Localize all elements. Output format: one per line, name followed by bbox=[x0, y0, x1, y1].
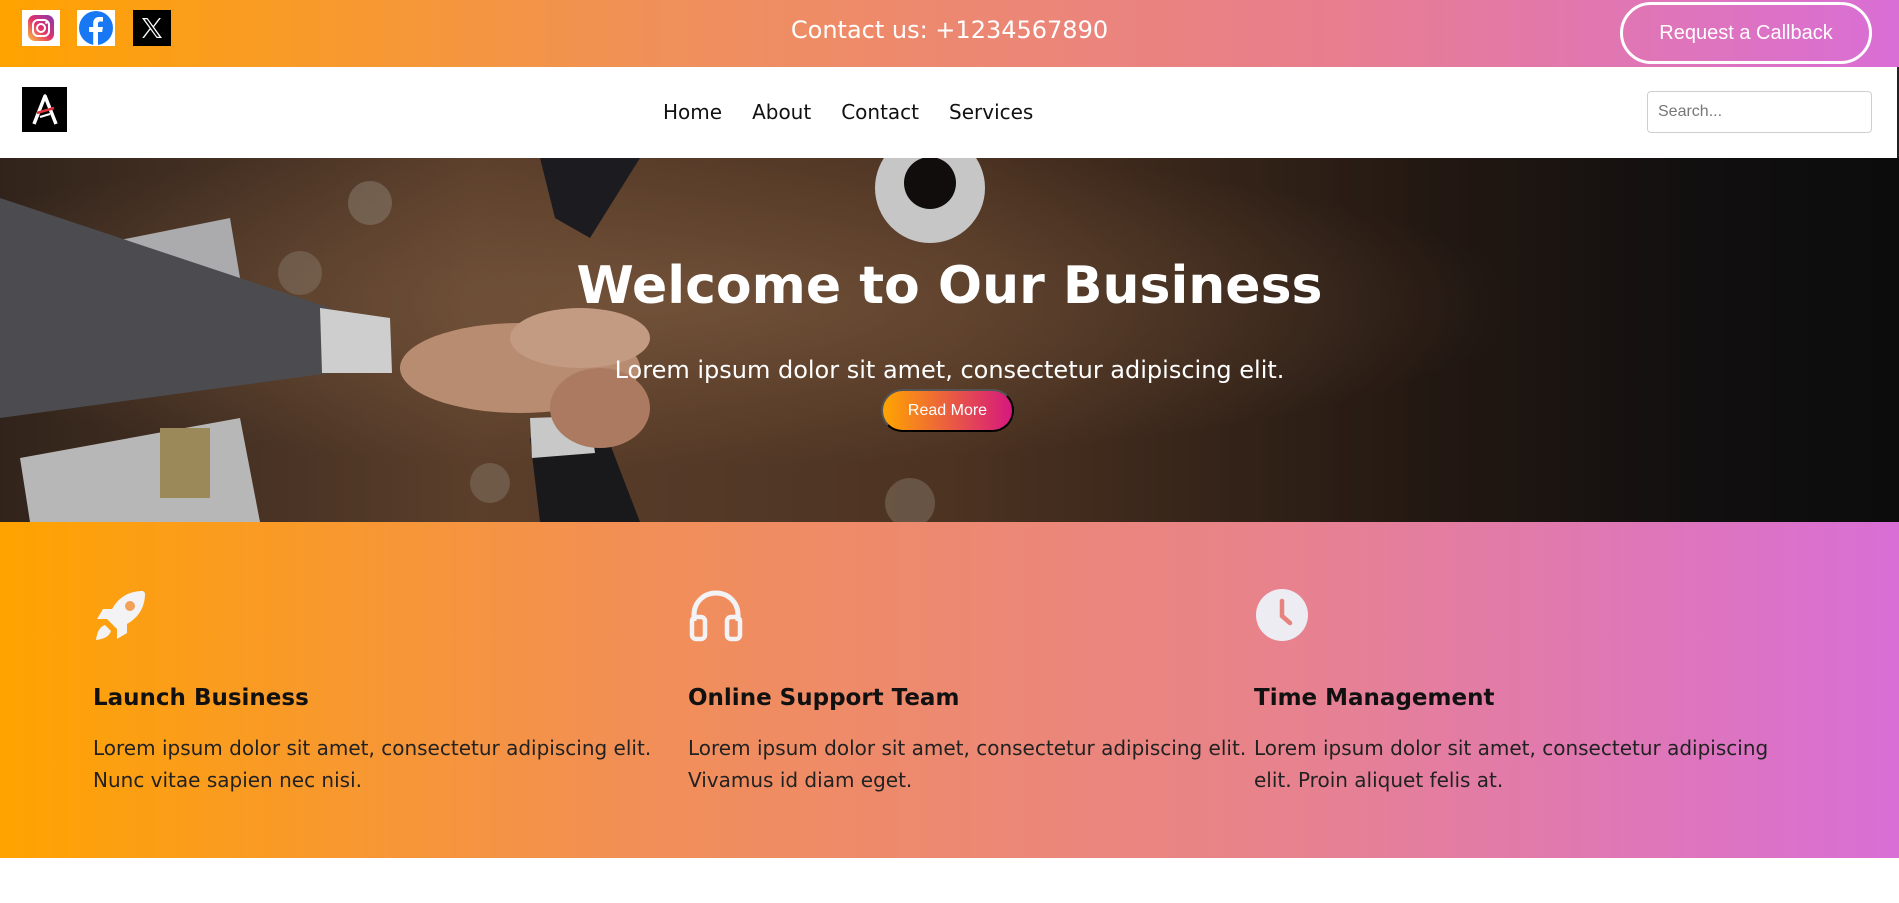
rocket-icon bbox=[96, 591, 145, 640]
nav-home[interactable]: Home bbox=[663, 100, 722, 124]
features-section: Launch Business Lorem ipsum dolor sit am… bbox=[0, 522, 1899, 858]
feature-description: Lorem ipsum dolor sit amet, consectetur … bbox=[688, 736, 1247, 792]
read-more-button[interactable]: Read More bbox=[881, 389, 1014, 432]
hero-title: Welcome to Our Business bbox=[576, 256, 1323, 316]
nav-services[interactable]: Services bbox=[949, 100, 1033, 124]
hero-subtitle: Lorem ipsum dolor sit amet, consectetur … bbox=[614, 356, 1285, 384]
nav-about[interactable]: About bbox=[752, 100, 811, 124]
hero-background-image bbox=[0, 158, 1899, 522]
contact-phone: Contact us: +1234567890 bbox=[790, 16, 1109, 44]
request-callback-button[interactable]: Request a Callback bbox=[1620, 2, 1872, 64]
headphones-icon bbox=[689, 590, 743, 642]
main-nav: Home About Contact Services bbox=[663, 100, 1033, 124]
nav-contact[interactable]: Contact bbox=[841, 100, 919, 124]
feature-description: Lorem ipsum dolor sit amet, consectetur … bbox=[93, 736, 652, 792]
hero-banner: Welcome to Our Business Lorem ipsum dolo… bbox=[0, 158, 1899, 522]
clock-icon bbox=[1256, 589, 1308, 641]
page: Contact us: +1234567890 Request a Callba… bbox=[0, 0, 1899, 903]
feature-title: Online Support Team bbox=[688, 685, 960, 711]
feature-title: Time Management bbox=[1254, 685, 1495, 711]
nav-bar: Home About Contact Services bbox=[0, 67, 1899, 158]
top-bar: Contact us: +1234567890 Request a Callba… bbox=[0, 0, 1899, 67]
site-logo[interactable] bbox=[22, 87, 67, 132]
search-input[interactable] bbox=[1647, 91, 1872, 133]
feature-title: Launch Business bbox=[93, 685, 309, 711]
feature-description: Lorem ipsum dolor sit amet, consectetur … bbox=[1254, 736, 1769, 792]
